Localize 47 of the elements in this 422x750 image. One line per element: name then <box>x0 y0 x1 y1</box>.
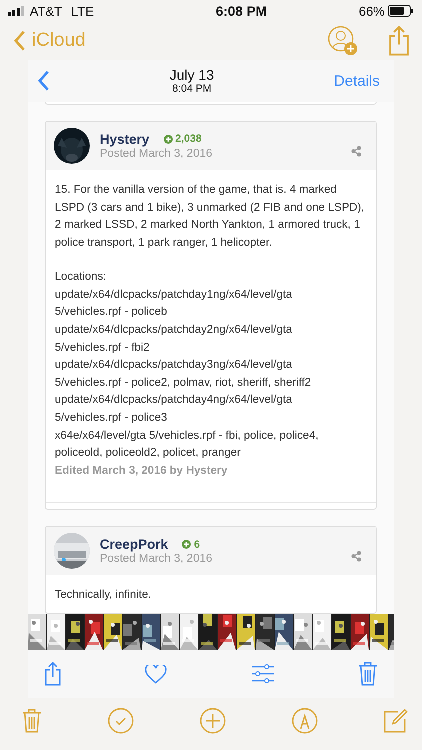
reputation-count: 2,038 <box>176 133 202 146</box>
post-date: Posted March 3, 2016 <box>100 148 214 160</box>
compose-icon <box>384 709 408 733</box>
photo-date: July 13 <box>170 67 214 83</box>
compose-button[interactable] <box>384 709 408 733</box>
favorite-button[interactable] <box>145 664 168 684</box>
post-text: Technically, infinite. <box>55 588 152 604</box>
back-button[interactable] <box>38 70 50 92</box>
author-name[interactable]: Hystery <box>100 132 150 147</box>
author-name[interactable]: CreepPork <box>100 537 168 552</box>
reputation-icon <box>164 134 173 144</box>
share-icon <box>388 26 410 56</box>
checklist-button[interactable] <box>108 708 134 734</box>
carrier-label: AT&T <box>30 4 62 18</box>
signal-icon <box>8 6 25 16</box>
delete-button[interactable] <box>358 662 378 686</box>
chevron-icon <box>38 70 50 92</box>
edited-note: Edited March 3, 2016 by Hystery <box>55 464 229 479</box>
post-date: Posted March 3, 2016 <box>100 553 214 566</box>
chevron-icon <box>14 30 26 52</box>
add-person-button[interactable] <box>328 26 358 56</box>
reputation-icon <box>182 540 192 550</box>
share-icon[interactable] <box>351 146 362 157</box>
add-button[interactable] <box>200 708 226 734</box>
battery-icon <box>388 5 414 17</box>
photo-time: 8:04 PM <box>172 83 212 95</box>
sliders-icon <box>250 664 275 684</box>
post-text: Locations: update/x64/dlcpacks/patchday1ng/x64/level/gta 5/vehicles.rpf - policeb update/x64/dlcpacks/patchday2ng/x64/level/gta 5/vehicles.rpf - fbi2 update/x64/dlcpacks/patchday3ng/x64/level/gta 5/vehicles.rpf - police2, polmav, riot, sheriff, sheriff2 update/x64/dlcpacks/patchday4ng/x64/level/gta 5/vehicles.rpf - police3 x64e/x64/level/gta 5/vehicles.rpf - fbi, police, police4, policeold, policeold2, policet, pranger <box>55 270 320 462</box>
battery-percent: 66% <box>358 4 385 18</box>
plus-icon <box>200 708 226 734</box>
checkmark-icon <box>108 708 134 734</box>
delete-button[interactable] <box>22 709 42 733</box>
trash-icon <box>358 662 378 686</box>
reputation-count: 6 <box>194 538 200 551</box>
share-button[interactable] <box>388 26 410 56</box>
share-button[interactable] <box>44 662 62 686</box>
status-time: 6:08 PM <box>216 4 268 18</box>
heart-icon <box>145 664 168 684</box>
add-person-icon <box>328 26 358 56</box>
pen-nib-icon <box>292 708 318 734</box>
trash-icon <box>22 709 42 733</box>
markup-button[interactable] <box>292 708 318 734</box>
network-label: LTE <box>71 4 94 18</box>
share-icon[interactable] <box>351 551 362 562</box>
share-icon <box>44 662 62 686</box>
edit-button[interactable] <box>250 664 275 684</box>
post-text: 15. For the vanilla version of the game, that is. 4 marked LSPD (3 cars and 1 bike), 3 unmarked (2 FIB and one LSPD), 2 marked LSSD, 2 marked North Yankton, 1 armored truck, 1 police transport, 1 park ranger, 1 helicopter. <box>55 182 366 251</box>
